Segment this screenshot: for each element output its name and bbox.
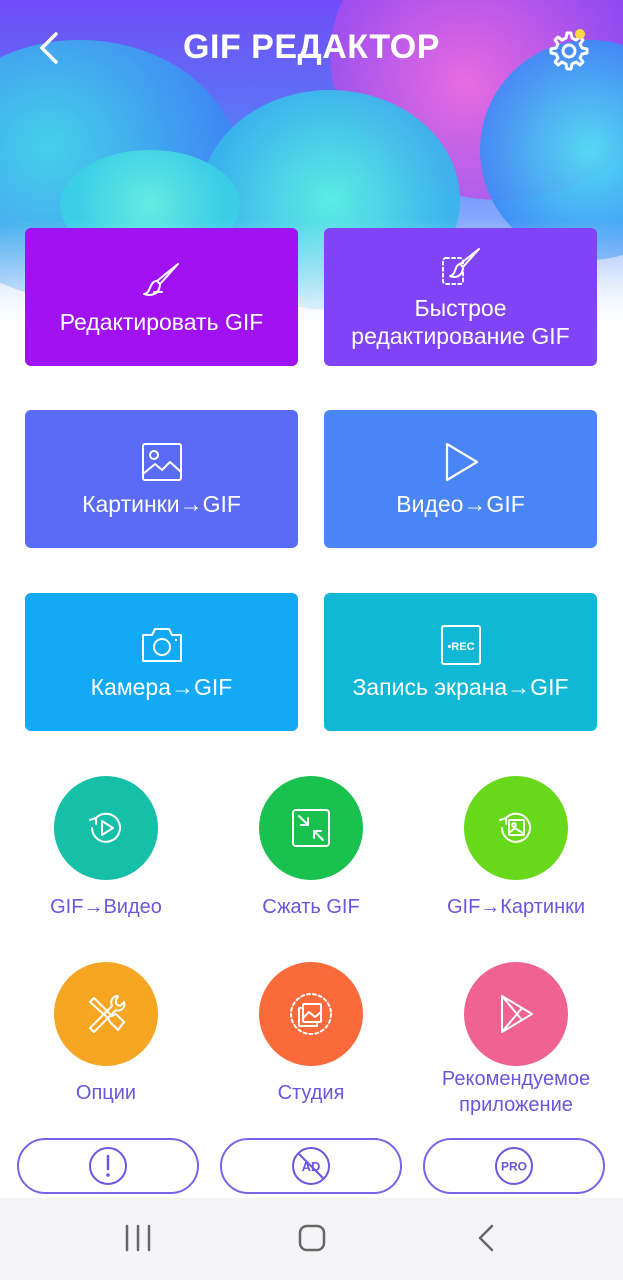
alert-icon bbox=[89, 1147, 127, 1185]
rec-icon: •REC bbox=[440, 625, 481, 665]
gif-to-images-tool[interactable]: GIF→Картинки bbox=[416, 776, 616, 920]
system-nav-bar bbox=[0, 1198, 623, 1280]
gif-to-video-icon bbox=[89, 812, 121, 843]
tool-label: Сжать GIF bbox=[262, 896, 360, 918]
camera-to-gif-tile[interactable]: Камера→GIF bbox=[25, 593, 298, 731]
tile-label: Запись экрана→GIF bbox=[352, 674, 569, 700]
svg-text:PRO: PRO bbox=[501, 1160, 527, 1174]
tool-circle bbox=[54, 962, 158, 1066]
tool-label: Студия bbox=[277, 1082, 345, 1104]
options-tool[interactable]: Опции bbox=[6, 962, 206, 1106]
tile-label: Картинки→GIF bbox=[82, 491, 241, 517]
camera-icon bbox=[141, 628, 182, 662]
remove-ads-button[interactable]: AD bbox=[220, 1138, 402, 1194]
tool-label: Рекомендуемое приложение bbox=[441, 1068, 591, 1116]
screen-record-to-gif-tile[interactable]: •REC Запись экрана→GIF bbox=[324, 593, 597, 731]
tile-label: Камера→GIF bbox=[90, 674, 233, 700]
system-back-button[interactable] bbox=[466, 1218, 506, 1258]
recents-icon bbox=[125, 1224, 151, 1252]
studio-tool[interactable]: Студия bbox=[211, 962, 411, 1106]
top-bar: GIF РЕДАКТОР bbox=[0, 0, 623, 100]
home-icon bbox=[298, 1224, 326, 1252]
back-icon bbox=[478, 1224, 494, 1252]
recommended-app-tool[interactable]: Рекомендуемое приложение bbox=[416, 962, 616, 1118]
play-icon bbox=[445, 442, 478, 482]
tool-circle bbox=[259, 776, 363, 880]
tool-circle bbox=[54, 776, 158, 880]
tool-label: GIF→Видео bbox=[50, 896, 162, 918]
compress-icon bbox=[292, 809, 330, 847]
tile-label: Быстрое редактирование GIF bbox=[351, 295, 570, 349]
quick-brush-icon bbox=[441, 248, 480, 285]
notification-dot bbox=[575, 29, 585, 39]
tool-circle bbox=[464, 962, 568, 1066]
svg-text:•REC: •REC bbox=[447, 641, 474, 653]
no-ads-icon: AD bbox=[292, 1147, 330, 1185]
gif-to-image-icon bbox=[499, 812, 531, 843]
home-button[interactable] bbox=[292, 1218, 332, 1258]
tile-label: Видео→GIF bbox=[396, 491, 525, 517]
tool-label: Опции bbox=[75, 1082, 137, 1104]
pro-icon: PRO bbox=[495, 1147, 533, 1185]
recents-button[interactable] bbox=[118, 1218, 158, 1258]
quick-edit-gif-tile[interactable]: Быстрое редактирование GIF bbox=[324, 228, 597, 366]
edit-gif-tile[interactable]: Редактировать GIF bbox=[25, 228, 298, 366]
tool-label: GIF→Картинки bbox=[446, 896, 586, 918]
page-title: GIF РЕДАКТОР bbox=[183, 28, 440, 66]
tool-circle bbox=[464, 776, 568, 880]
images-to-gif-tile[interactable]: Картинки→GIF bbox=[25, 410, 298, 548]
pro-button[interactable]: PRO bbox=[423, 1138, 605, 1194]
video-to-gif-tile[interactable]: Видео→GIF bbox=[324, 410, 597, 548]
tools-icon bbox=[89, 995, 126, 1033]
studio-icon bbox=[290, 993, 332, 1035]
feedback-button[interactable] bbox=[17, 1138, 199, 1194]
brush-icon bbox=[142, 263, 179, 296]
play-store-icon bbox=[501, 995, 533, 1033]
tile-label: Редактировать GIF bbox=[59, 309, 264, 335]
compress-gif-tool[interactable]: Сжать GIF bbox=[211, 776, 411, 920]
gif-to-video-tool[interactable]: GIF→Видео bbox=[6, 776, 206, 920]
image-icon bbox=[141, 443, 182, 481]
tool-circle bbox=[259, 962, 363, 1066]
